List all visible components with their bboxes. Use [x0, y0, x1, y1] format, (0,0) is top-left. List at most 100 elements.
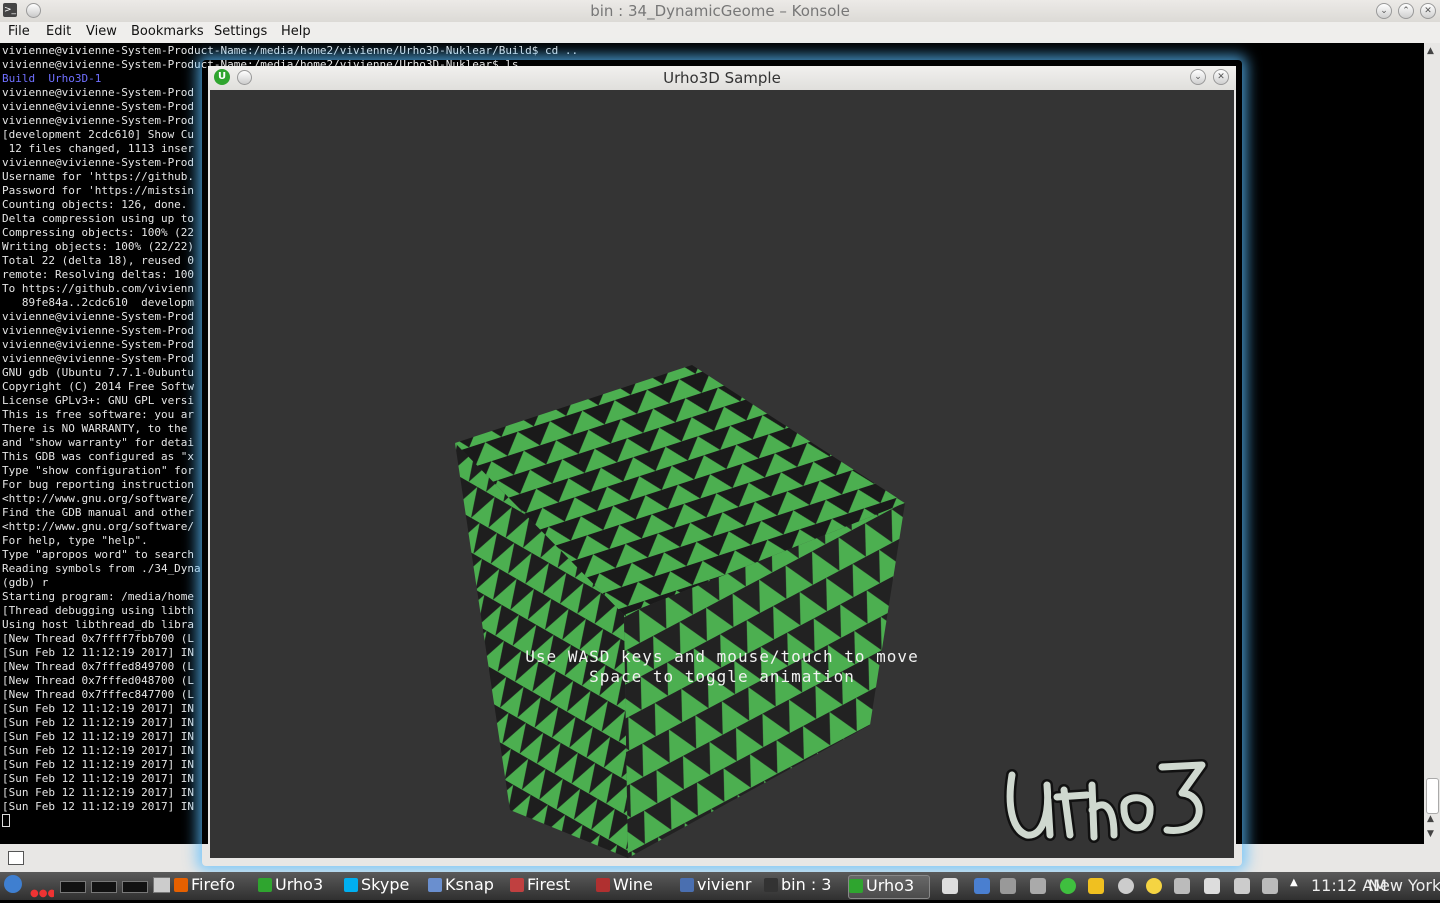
terminal-line: [Sun Feb 12 11:12:19 2017] IN [2, 758, 195, 771]
scroll-up-arrow[interactable]: ▲ [1427, 46, 1434, 56]
menu-view[interactable]: View [86, 24, 117, 39]
terminal-line: [Sun Feb 12 11:12:19 2017] IN [2, 800, 195, 813]
taskbar-task-label: Urho3 [275, 875, 324, 894]
terminal-line: vivienne@vivienne-System-Prod [2, 324, 195, 337]
scroll-up-arrow[interactable]: ▲ [1427, 814, 1434, 824]
usb-icon[interactable] [1174, 878, 1190, 894]
terminal-line: vivienne@vivienne-System-Prod [2, 100, 195, 113]
taskbar-task-label: Firefo [191, 875, 235, 894]
terminal-line: vivienne@vivienne-System-Prod [2, 352, 195, 365]
taskbar-task-label: Ksnap [445, 875, 494, 894]
taskbar-task-firestorm[interactable]: Firest [510, 875, 594, 897]
urho-sample-window: U Urho3D Sample ⌄ ✕ Use WASD keys and mo… [208, 66, 1236, 860]
menu-settings[interactable]: Settings [214, 24, 267, 39]
bluetooth-icon[interactable] [1234, 878, 1250, 894]
kde-menu-icon[interactable] [4, 875, 24, 897]
taskbar-task-urho[interactable]: Urho3 [258, 875, 342, 897]
terminal-line: Counting objects: 126, done. [2, 198, 188, 211]
terminal-line: Total 22 (delta 18), reused 0 [2, 254, 195, 267]
terminal-line: Reading symbols from ./34_Dyna [2, 562, 201, 575]
scroll-down-arrow[interactable]: ▼ [1427, 829, 1434, 839]
terminal-line: To https://github.com/vivienn [2, 282, 195, 295]
terminal-line: <http://www.gnu.org/software/ [2, 492, 195, 505]
tray-expand-icon[interactable]: ▲ [1290, 877, 1298, 899]
terminal-line: For help, type "help". [2, 534, 148, 547]
taskbar-task-firefox[interactable]: Firefo [174, 875, 256, 897]
terminal-line: Starting program: /media/home [2, 590, 195, 603]
terminal-line: remote: Resolving deltas: 100 [2, 268, 195, 281]
terminal-line: 12 files changed, 1113 inser [2, 142, 195, 155]
urho-icon [258, 878, 272, 892]
network-manager-icon[interactable] [974, 878, 990, 894]
terminal-line: 89fe84a..2cdc610 developm [2, 296, 195, 309]
terminal-line: [Sun Feb 12 11:12:19 2017] IN [2, 730, 195, 743]
lightbulb-icon[interactable] [1146, 878, 1162, 894]
terminal-line: vivienne@vivienne-System-Prod [2, 338, 195, 351]
taskbar-task-ksnapshot[interactable]: Ksnap [428, 875, 508, 897]
terminal-line: Find the GDB manual and other [2, 506, 195, 519]
taskbar-task-terminal[interactable]: bin : 3 [764, 875, 846, 897]
terminal-line: [New Thread 0x7fffec847700 (L [2, 688, 195, 701]
konsole-menubar: File Edit View Bookmarks Settings Help [0, 22, 1440, 43]
terminal-line: Delta compression using up to [2, 212, 195, 225]
terminal-cursor [2, 814, 10, 827]
clock-timezone: New York [1368, 876, 1440, 895]
skype-icon [344, 878, 358, 892]
wine-tray-icon[interactable] [1000, 878, 1016, 894]
minimize-button[interactable]: ⌄ [1190, 69, 1206, 85]
taskbar-task-label: Skype [361, 875, 410, 894]
konsole-title: bin : 34_DynamicGeome – Konsole [590, 2, 850, 20]
terminal-line: [Sun Feb 12 11:12:19 2017] IN [2, 702, 195, 715]
terminal-line: vivienne@vivienne-System-Prod [2, 86, 195, 99]
dynamic-geometry-cube [455, 365, 905, 858]
terminal-line: vivienne@vivienne-System-Product-Name:/m… [2, 44, 579, 57]
taskbar-task-wine[interactable]: Wine [596, 875, 678, 897]
terminal-line: This is free software: you ar [2, 408, 195, 421]
terminal-line: Compressing objects: 100% (22 [2, 226, 195, 239]
wine-tray-icon[interactable] [1030, 878, 1046, 894]
terminal-line: vivienne@vivienne-System-Prod [2, 310, 195, 323]
urho-titlebar[interactable]: U Urho3D Sample ⌄ ✕ [208, 66, 1236, 90]
terminal-icon [764, 878, 778, 892]
minimize-button[interactable]: ⌄ [1376, 3, 1392, 19]
folder-icon[interactable] [1088, 878, 1104, 894]
check-icon[interactable] [1060, 878, 1076, 894]
terminal-line: Build Urho3D-1 [2, 72, 102, 85]
maximize-button[interactable]: ⌃ [1398, 3, 1414, 19]
terminal-line: GNU gdb (Ubuntu 7.7.1-0ubuntu [2, 366, 195, 379]
close-button[interactable]: ✕ [1213, 69, 1229, 85]
terminal-line: <http://www.gnu.org/software/ [2, 520, 195, 533]
menu-file[interactable]: File [8, 24, 30, 39]
terminal-line: This GDB was configured as "x [2, 450, 195, 463]
terminal-line: [Sun Feb 12 11:12:19 2017] IN [2, 772, 195, 785]
new-tab-icon[interactable] [8, 851, 24, 865]
menu-help[interactable]: Help [281, 24, 311, 39]
taskbar-task-urho[interactable]: Urho3 [848, 875, 930, 899]
taskbar-task-skype[interactable]: Skype [344, 875, 426, 897]
terminal-line: Writing objects: 100% (22/22) [2, 240, 195, 253]
clipboard-icon[interactable] [942, 878, 958, 894]
terminal-line: For bug reporting instruction [2, 478, 195, 491]
network-icon[interactable] [1262, 878, 1278, 894]
pager[interactable] [60, 875, 170, 897]
terminal-line: and "show warranty" for detai [2, 436, 195, 449]
media-icon[interactable] [1118, 878, 1134, 894]
scrollbar-thumb[interactable] [1426, 778, 1439, 814]
terminal-line: (gdb) r [2, 576, 49, 589]
firestorm-icon [510, 878, 524, 892]
close-button[interactable]: ✕ [1420, 3, 1436, 19]
render-viewport[interactable]: Use WASD keys and mouse/touch to move Sp… [210, 90, 1234, 858]
konsole-titlebar[interactable]: >_ bin : 34_DynamicGeome – Konsole ⌄ ⌃ ✕ [0, 0, 1440, 22]
terminal-line: Password for 'https://mistsin [2, 184, 195, 197]
terminal-line: Using host libthread_db libra [2, 618, 195, 631]
wine-icon [596, 878, 610, 892]
terminal-line: [Sun Feb 12 11:12:19 2017] IN [2, 744, 195, 757]
volume-icon[interactable] [1204, 878, 1220, 894]
taskbar-task-document[interactable]: vivienr [680, 875, 762, 897]
taskbar-task-label: Urho3 [866, 876, 915, 895]
menu-edit[interactable]: Edit [46, 24, 71, 39]
menu-bookmarks[interactable]: Bookmarks [131, 24, 204, 39]
terminal-scrollbar[interactable]: ▲ ▲ ▼ [1424, 43, 1440, 844]
instruction-text: Use WASD keys and mouse/touch to move [525, 647, 919, 666]
taskbar-task-label: bin : 3 [781, 875, 832, 894]
